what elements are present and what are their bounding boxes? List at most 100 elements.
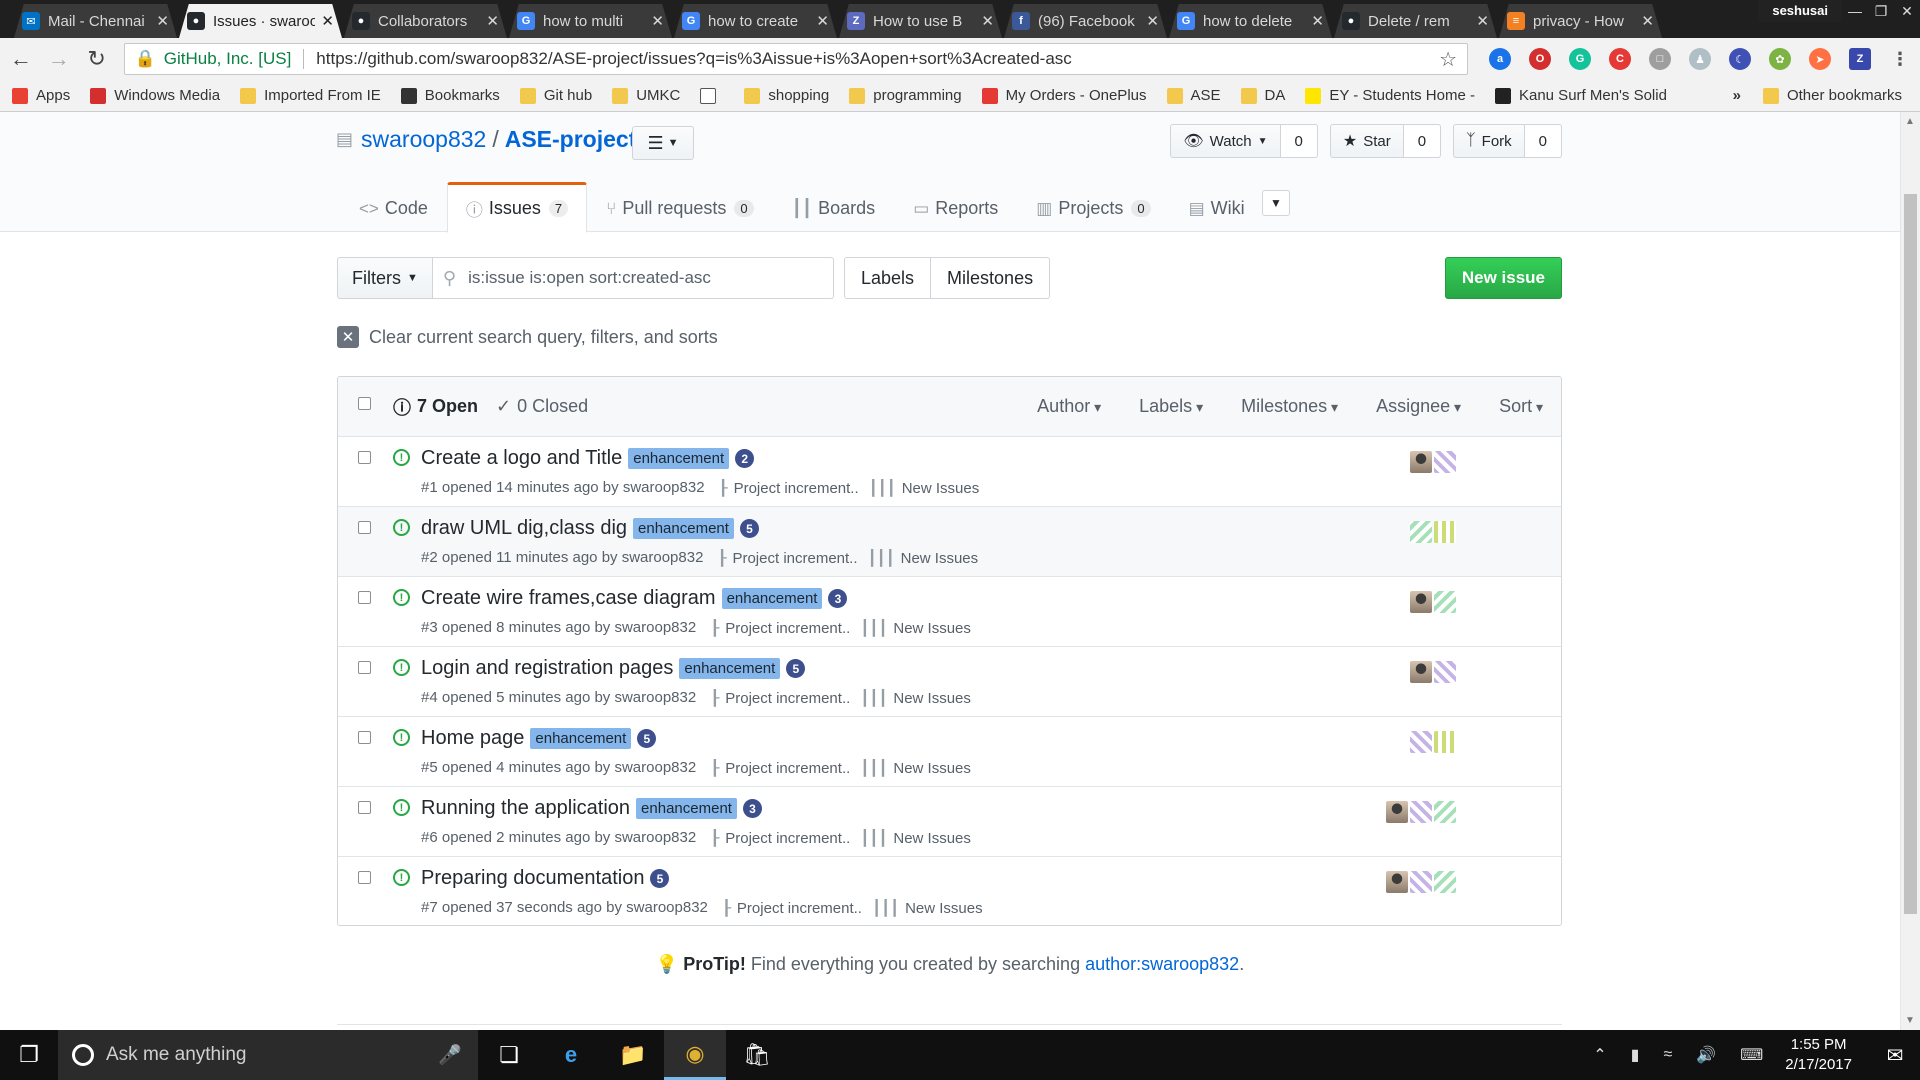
comment-count-badge[interactable]: 5 xyxy=(739,519,759,538)
issue-label[interactable]: enhancement xyxy=(628,448,730,469)
close-tab-icon[interactable]: ✕ xyxy=(156,12,169,30)
browser-tab[interactable]: f (96) Facebook ✕ xyxy=(1004,4,1167,38)
avatar[interactable] xyxy=(1410,591,1432,613)
project-link[interactable]: ┃┃┃ New Issues xyxy=(860,619,971,638)
close-window-icon[interactable]: ✕ xyxy=(1894,0,1920,22)
project-link[interactable]: ┃┃┃ New Issues xyxy=(869,479,980,498)
store-icon[interactable]: 🛍 xyxy=(726,1030,788,1080)
scroll-up-icon[interactable]: ▲ xyxy=(1905,116,1915,127)
issue-checkbox[interactable] xyxy=(358,801,371,814)
chrome-taskbar-icon[interactable]: ◉ xyxy=(664,1030,726,1080)
issue-checkbox[interactable] xyxy=(358,731,371,744)
tab-wiki[interactable]: ▤ Wiki xyxy=(1170,182,1264,233)
comment-count-badge[interactable]: 2 xyxy=(735,449,755,468)
bookmark-star-icon[interactable]: ☆ xyxy=(1439,47,1457,72)
address-bar[interactable]: 🔒 GitHub, Inc. [US] https://github.com/s… xyxy=(123,43,1468,75)
avatar[interactable] xyxy=(1410,661,1432,683)
task-view-icon[interactable]: ❏ xyxy=(478,1030,540,1080)
browser-tab[interactable]: ● Issues · swaroop ✕ xyxy=(179,4,342,38)
issue-title-link[interactable]: Home page xyxy=(421,727,524,750)
extension-a-icon[interactable]: a xyxy=(1489,48,1511,70)
forward-arrow-icon[interactable]: → xyxy=(42,42,76,76)
taskbar-clock[interactable]: 1:55 PM 2/17/2017 xyxy=(1785,1035,1852,1075)
avatar[interactable] xyxy=(1410,451,1432,473)
bookmark-item[interactable] xyxy=(700,87,724,104)
bookmark-item[interactable]: Imported From IE xyxy=(240,87,381,104)
extension-gray-icon[interactable]: □ xyxy=(1649,48,1671,70)
milestone-link[interactable]: ┠ Project increment.. xyxy=(710,759,850,778)
milestone-link[interactable]: ┠ Project increment.. xyxy=(710,689,850,708)
avatar[interactable] xyxy=(1434,661,1456,683)
issue-checkbox[interactable] xyxy=(358,871,371,884)
comment-count-badge[interactable]: 5 xyxy=(650,869,670,888)
issue-title-link[interactable]: Create a logo and Title xyxy=(421,447,622,470)
page-scrollbar[interactable]: ▲ ▼ xyxy=(1900,112,1920,1030)
bookmark-item[interactable]: ASE xyxy=(1166,87,1221,104)
avatar[interactable] xyxy=(1434,801,1456,823)
cortana-search-box[interactable]: Ask me anything 🎤 xyxy=(58,1030,478,1080)
issues-search-input[interactable] xyxy=(468,268,819,288)
scroll-down-icon[interactable]: ▼ xyxy=(1905,1015,1915,1026)
extension-person-icon[interactable]: ♟ xyxy=(1689,48,1711,70)
milestone-link[interactable]: ┠ Project increment.. xyxy=(719,479,859,498)
issue-title-link[interactable]: draw UML dig,class dig xyxy=(421,517,627,540)
avatar[interactable] xyxy=(1434,591,1456,613)
bookmark-item[interactable]: programming xyxy=(849,87,962,104)
browser-tab[interactable]: ≡ privacy - How ✕ xyxy=(1499,4,1662,38)
open-issues-link[interactable]: ⓘ 7 Open xyxy=(393,394,478,420)
extension-opera-icon[interactable]: O xyxy=(1529,48,1551,70)
issue-title-link[interactable]: Preparing documentation xyxy=(421,867,644,890)
star-button[interactable]: ★ Star xyxy=(1329,124,1404,158)
action-center-icon[interactable]: ✉ xyxy=(1870,1043,1920,1068)
bookmark-item[interactable]: DA xyxy=(1240,87,1285,104)
chrome-menu-icon[interactable]: ⋮ xyxy=(1889,48,1911,70)
protip-author-link[interactable]: author:swaroop832 xyxy=(1085,954,1239,974)
extension-leaf-icon[interactable]: ✿ xyxy=(1769,48,1791,70)
filter-menu-labels[interactable]: Labels xyxy=(1139,396,1203,417)
issue-title-link[interactable]: Login and registration pages xyxy=(421,657,673,680)
close-tab-icon[interactable]: ✕ xyxy=(1641,12,1654,30)
minimize-icon[interactable]: — xyxy=(1842,0,1868,22)
bookmark-item[interactable]: Bookmarks xyxy=(400,87,500,104)
select-all-checkbox[interactable] xyxy=(358,397,371,410)
bookmark-item[interactable]: Apps xyxy=(12,87,70,104)
milestone-link[interactable]: ┠ Project increment.. xyxy=(717,549,857,568)
tab-issues[interactable]: ⓘ Issues 7 xyxy=(446,182,588,233)
tab-code[interactable]: <> Code xyxy=(340,182,447,233)
issue-checkbox[interactable] xyxy=(358,661,371,674)
avatar[interactable] xyxy=(1434,871,1456,893)
bookmark-item[interactable]: Kanu Surf Men's Solid xyxy=(1494,87,1667,104)
wifi-icon[interactable]: ≈ xyxy=(1663,1046,1672,1064)
tab-projects[interactable]: ▥ Projects 0 xyxy=(1017,182,1169,233)
url-text[interactable]: https://github.com/swaroop832/ASE-projec… xyxy=(316,49,1439,69)
project-link[interactable]: ┃┃┃ New Issues xyxy=(868,549,979,568)
tray-chevron-up-icon[interactable]: ⌃ xyxy=(1593,1045,1606,1065)
close-tab-icon[interactable]: ✕ xyxy=(816,12,829,30)
bookmark-item[interactable]: EY - Students Home - xyxy=(1305,87,1475,104)
volume-icon[interactable]: 🔊 xyxy=(1696,1045,1716,1065)
close-tab-icon[interactable]: ✕ xyxy=(321,12,334,30)
keyboard-icon[interactable]: ⌨ xyxy=(1740,1045,1763,1065)
repo-menu-button[interactable]: ☰ ▼ xyxy=(632,126,694,160)
avatar[interactable] xyxy=(1410,521,1432,543)
extension-z-icon[interactable]: Z xyxy=(1849,48,1871,70)
fork-count[interactable]: 0 xyxy=(1524,124,1562,158)
filters-button[interactable]: Filters ▼ xyxy=(337,257,433,299)
browser-tab[interactable]: Ghow to multi ✕ xyxy=(509,4,672,38)
file-explorer-icon[interactable]: 📁 xyxy=(602,1030,664,1080)
issue-checkbox[interactable] xyxy=(358,521,371,534)
browser-tab[interactable]: ● Collaborators ✕ xyxy=(344,4,507,38)
close-tab-icon[interactable]: ✕ xyxy=(1476,12,1489,30)
restore-icon[interactable]: ❐ xyxy=(1868,0,1894,22)
bookmark-item[interactable]: shopping xyxy=(744,87,829,104)
browser-tab[interactable]: ● Delete / rem ✕ xyxy=(1334,4,1497,38)
close-tab-icon[interactable]: ✕ xyxy=(486,12,499,30)
avatar[interactable] xyxy=(1434,731,1456,753)
project-link[interactable]: ┃┃┃ New Issues xyxy=(872,899,983,918)
avatar[interactable] xyxy=(1386,801,1408,823)
other-bookmarks-folder[interactable]: Other bookmarks xyxy=(1762,87,1902,104)
clear-query-link[interactable]: ✕ Clear current search query, filters, a… xyxy=(337,326,718,348)
browser-tab[interactable]: ✉ Mail - Chennai ✕ xyxy=(14,4,177,38)
avatar[interactable] xyxy=(1434,451,1456,473)
close-tab-icon[interactable]: ✕ xyxy=(1311,12,1324,30)
